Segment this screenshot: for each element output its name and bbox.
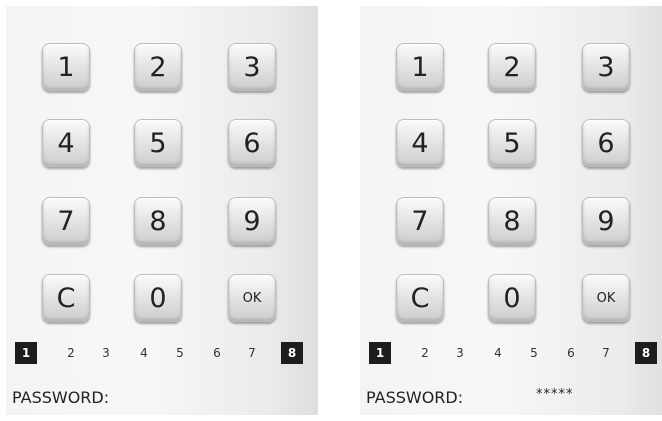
password-field: ***** <box>536 387 574 402</box>
digit-scale-item: 2 <box>67 346 75 360</box>
digit-count-scale: 1 2 3 4 5 6 7 8 <box>369 342 662 364</box>
key-clear[interactable]: C <box>42 274 90 322</box>
key-6[interactable]: 6 <box>228 119 276 167</box>
key-4[interactable]: 4 <box>396 119 444 167</box>
key-8[interactable]: 8 <box>134 197 182 245</box>
keypad-panel-entered: 1 2 3 4 5 6 7 8 9 C 0 OK 1 2 3 4 5 6 7 8… <box>360 6 662 415</box>
key-9[interactable]: 9 <box>228 197 276 245</box>
key-7[interactable]: 7 <box>42 197 90 245</box>
key-2[interactable]: 2 <box>488 43 536 91</box>
digit-scale-max: 8 <box>635 342 657 364</box>
key-7[interactable]: 7 <box>396 197 444 245</box>
digit-scale-max: 8 <box>281 342 303 364</box>
key-8[interactable]: 8 <box>488 197 536 245</box>
key-5[interactable]: 5 <box>134 119 182 167</box>
digit-scale-item: 5 <box>530 346 538 360</box>
digit-scale-min: 1 <box>15 342 37 364</box>
digit-scale-item: 3 <box>456 346 464 360</box>
digit-scale-item: 6 <box>567 346 575 360</box>
digit-scale-min: 1 <box>369 342 391 364</box>
digit-scale-item: 7 <box>602 346 610 360</box>
digit-scale-item: 4 <box>140 346 148 360</box>
digit-count-scale: 1 2 3 4 5 6 7 8 <box>15 342 315 364</box>
digit-scale-item: 5 <box>176 346 184 360</box>
key-3[interactable]: 3 <box>582 43 630 91</box>
password-label: PASSWORD: <box>12 388 110 407</box>
key-1[interactable]: 1 <box>396 43 444 91</box>
key-3[interactable]: 3 <box>228 43 276 91</box>
key-2[interactable]: 2 <box>134 43 182 91</box>
key-0[interactable]: 0 <box>488 274 536 322</box>
key-0[interactable]: 0 <box>134 274 182 322</box>
key-ok[interactable]: OK <box>582 274 630 322</box>
key-6[interactable]: 6 <box>582 119 630 167</box>
digit-scale-item: 2 <box>421 346 429 360</box>
digit-scale-item: 6 <box>213 346 221 360</box>
key-ok[interactable]: OK <box>228 274 276 322</box>
key-clear[interactable]: C <box>396 274 444 322</box>
password-label: PASSWORD: <box>366 388 464 407</box>
digit-scale-item: 4 <box>494 346 502 360</box>
key-9[interactable]: 9 <box>582 197 630 245</box>
digit-scale-item: 3 <box>102 346 110 360</box>
keypad-panel-empty: 1 2 3 4 5 6 7 8 9 C 0 OK 1 2 3 4 5 6 7 8… <box>6 6 318 415</box>
key-4[interactable]: 4 <box>42 119 90 167</box>
key-5[interactable]: 5 <box>488 119 536 167</box>
key-1[interactable]: 1 <box>42 43 90 91</box>
digit-scale-item: 7 <box>248 346 256 360</box>
